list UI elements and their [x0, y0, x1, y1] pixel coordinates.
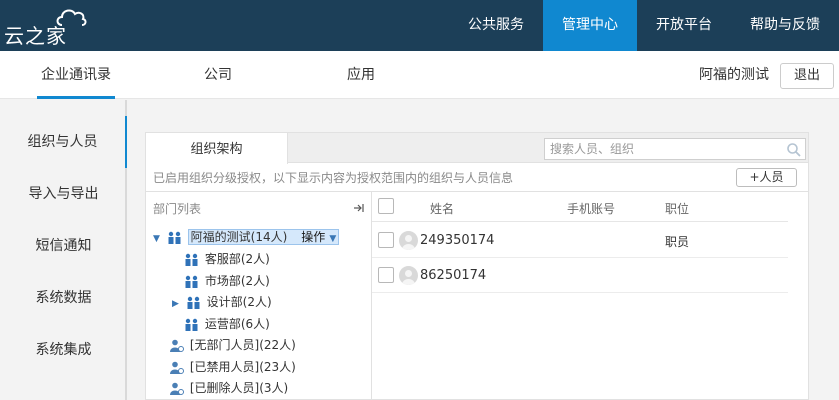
tree-special-label: [已删除人员](3人)	[189, 381, 289, 395]
menu-org-people[interactable]: 组织与人员	[0, 116, 127, 168]
tree-dept-row[interactable]: 运营部(6人)	[184, 315, 270, 334]
dept-icon	[168, 231, 181, 244]
tree-dept-row[interactable]: 客服部(2人)	[184, 250, 270, 269]
chevron-down-icon[interactable]: ▼	[329, 234, 336, 244]
dept-icon	[187, 296, 200, 309]
top-bar: 云之家 公共服务 管理中心 开放平台 帮助与反馈	[0, 0, 839, 51]
operate-menu[interactable]: 操作	[301, 230, 325, 244]
add-person-button[interactable]: +人员	[736, 168, 797, 187]
brand-logo[interactable]: 云之家	[4, 6, 94, 48]
panel-header: 组织架构	[146, 133, 808, 164]
row-checkbox[interactable]	[378, 267, 394, 283]
tree-special-label: [无部门人员](22人)	[189, 338, 296, 352]
tab-apps[interactable]: 应用	[347, 51, 375, 99]
dept-tree: 部门列表 ▼ 阿福的测试(14人) 操作 ▼ 客服部(2人) 市场部(2人) ▶ 设…	[146, 191, 372, 400]
table-row[interactable]: 249350174 职员	[372, 223, 788, 258]
tree-dept-label: 设计部(2人)	[206, 295, 272, 309]
member-name[interactable]: 249350174	[420, 233, 494, 248]
topnav-help-feedback[interactable]: 帮助与反馈	[731, 0, 839, 51]
avatar-placeholder-icon	[402, 235, 415, 250]
row-checkbox[interactable]	[378, 232, 394, 248]
dept-icon	[185, 318, 198, 331]
member-list: 姓名 手机账号 职位 249350174 职员 86250174	[372, 191, 808, 400]
tree-dept-label: 客服部(2人)	[204, 252, 270, 266]
select-all-checkbox[interactable]	[378, 198, 394, 214]
topnav-open-platform[interactable]: 开放平台	[637, 0, 731, 51]
dept-icon	[185, 275, 198, 288]
search-input[interactable]	[544, 138, 806, 160]
menu-system-integration[interactable]: 系统集成	[0, 324, 127, 376]
member-position: 职员	[665, 235, 690, 249]
tree-special-row[interactable]: [已禁用人员](23人)	[169, 358, 296, 377]
person-deleted-icon	[170, 382, 184, 395]
menu-system-data[interactable]: 系统数据	[0, 272, 127, 324]
topnav-admin-center[interactable]: 管理中心	[543, 0, 637, 51]
sub-nav: 企业通讯录 公司 应用 阿福的测试 退出	[0, 51, 839, 99]
avatar-placeholder-icon	[402, 270, 415, 285]
auth-hint: 已启用组织分级授权，以下显示内容为授权范围内的组织与人员信息	[153, 171, 514, 185]
tree-dept-row[interactable]: 市场部(2人)	[184, 272, 270, 291]
search-icon[interactable]	[786, 142, 802, 158]
tree-root-label: 阿福的测试(14人)	[190, 230, 288, 244]
tab-company[interactable]: 公司	[204, 51, 232, 99]
cloud-icon	[56, 9, 87, 26]
tree-dept-label: 运营部(6人)	[204, 317, 270, 331]
avatar	[399, 266, 418, 285]
col-phone: 手机账号	[567, 202, 616, 216]
col-name: 姓名	[430, 202, 455, 216]
list-header: 姓名 手机账号 职位	[372, 192, 788, 222]
tree-special-row[interactable]: [已删除人员](3人)	[169, 379, 288, 398]
table-row[interactable]: 86250174	[372, 258, 788, 293]
collapse-pin-icon[interactable]	[353, 202, 365, 214]
menu-import-export[interactable]: 导入与导出	[0, 168, 127, 220]
tree-dept-row[interactable]: ▶ 设计部(2人)	[172, 293, 272, 312]
member-name[interactable]: 86250174	[420, 268, 486, 283]
tree-dept-label: 市场部(2人)	[204, 274, 270, 288]
tab-org-structure[interactable]: 组织架构	[146, 133, 288, 164]
expand-caret-icon[interactable]: ▼	[153, 230, 163, 249]
tree-root-selected[interactable]: 阿福的测试(14人) 操作 ▼	[187, 229, 340, 245]
topnav-public-service[interactable]: 公共服务	[449, 0, 543, 51]
avatar	[399, 231, 418, 250]
logout-button[interactable]: 退出	[780, 63, 834, 89]
menu-sms-notify[interactable]: 短信通知	[0, 220, 127, 272]
current-user[interactable]: 阿福的测试	[699, 51, 769, 99]
top-nav: 公共服务 管理中心 开放平台 帮助与反馈	[449, 0, 839, 51]
tree-special-row[interactable]: [无部门人员](22人)	[169, 336, 296, 355]
person-unassigned-icon	[170, 339, 184, 352]
tree-root-row[interactable]: ▼ 阿福的测试(14人) 操作 ▼	[153, 228, 356, 247]
left-menu: 组织与人员 导入与导出 短信通知 系统数据 系统集成	[0, 100, 127, 400]
dept-list-title: 部门列表	[153, 202, 202, 216]
tree-special-label: [已禁用人员](23人)	[189, 360, 296, 374]
expand-right-icon[interactable]: ▶	[172, 295, 182, 314]
person-disabled-icon	[170, 361, 184, 374]
tab-contacts[interactable]: 企业通讯录	[37, 51, 115, 99]
col-position: 职位	[665, 202, 690, 216]
dept-icon	[185, 253, 198, 266]
org-panel: 组织架构 已启用组织分级授权，以下显示内容为授权范围内的组织与人员信息 +人员 …	[145, 132, 809, 400]
